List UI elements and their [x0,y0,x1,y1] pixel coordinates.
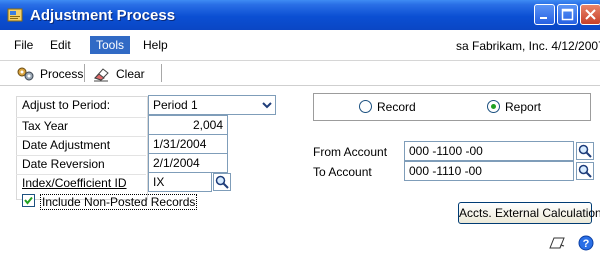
date-adjustment-value: 1/31/2004 [153,137,207,151]
tax-year-field[interactable]: 2,004 [148,115,228,135]
report-radio[interactable] [487,100,500,113]
adjustment-process-window: Adjustment Process File Edit Tools Help … [0,0,600,257]
note-icon[interactable] [548,235,566,251]
help-icon[interactable]: ? [578,235,594,251]
record-label[interactable]: Record [377,100,416,114]
maximize-button[interactable] [557,4,578,25]
from-account-field[interactable]: 000 -1100 -00 [404,141,574,161]
close-icon [585,9,596,20]
user-company-date: sa Fabrikam, Inc. 4/12/2007 [456,39,600,53]
tax-year-label: Tax Year [22,119,69,133]
title-bar: Adjustment Process [0,0,600,30]
menu-edit[interactable]: Edit [50,38,71,52]
date-adjustment-label: Date Adjustment [22,138,111,152]
maximize-icon [561,8,574,21]
magnifier-icon[interactable] [576,162,594,180]
to-account-value: 000 -1110 -00 [409,164,482,178]
to-account-field[interactable]: 000 -1110 -00 [404,161,574,181]
window-title: Adjustment Process [30,7,176,24]
svg-text:?: ? [583,238,590,250]
mode-radio-group: Record Report [313,93,591,121]
chevron-down-icon [262,102,272,109]
row-divider [16,174,146,175]
date-reversion-field[interactable]: 2/1/2004 [148,153,228,173]
date-reversion-label: Date Reversion [22,157,105,171]
minimize-button[interactable] [534,4,555,25]
window-app-icon [7,8,23,22]
process-button[interactable]: Process [16,66,83,82]
minimize-icon [540,17,547,19]
menu-help[interactable]: Help [143,38,168,52]
adjust-period-label: Adjust to Period: [22,98,111,112]
close-button[interactable] [580,4,600,25]
adjust-period-value: Period 1 [153,98,198,112]
report-label[interactable]: Report [505,100,541,114]
from-account-label: From Account [313,145,388,159]
toolbar-separator [84,64,85,82]
external-calculation-button[interactable]: Accts. External Calculation [458,202,600,224]
row-divider [16,136,146,137]
tax-year-value: 2,004 [192,118,223,132]
index-coefficient-value: IX [153,175,165,189]
date-reversion-value: 2/1/2004 [153,156,200,170]
index-coefficient-label[interactable]: Index/Coefficient ID [22,176,127,190]
gears-icon [17,67,34,81]
include-non-posted-label[interactable]: Include Non-Posted Records [40,194,198,210]
row-divider [16,117,146,118]
date-adjustment-field[interactable]: 1/31/2004 [148,134,228,154]
record-radio[interactable] [359,100,372,113]
adjust-period-select[interactable]: Period 1 [148,95,276,115]
process-label: Process [40,67,84,81]
checkmark-icon [24,196,33,205]
toolbar: Process Clear [0,61,600,86]
magnifier-icon[interactable] [213,173,231,191]
index-coefficient-field[interactable]: IX [148,172,212,192]
eraser-icon [94,68,109,82]
form-area: Adjust to Period: Period 1 Tax Year 2,00… [0,86,600,257]
include-non-posted-checkbox[interactable] [22,194,35,207]
menu-file[interactable]: File [14,38,33,52]
from-account-value: 000 -1100 -00 [409,144,483,158]
magnifier-icon[interactable] [576,142,594,160]
clear-button[interactable]: Clear [92,66,145,82]
to-account-label: To Account [313,165,372,179]
row-divider [16,155,146,156]
menu-bar: File Edit Tools Help sa Fabrikam, Inc. 4… [0,30,600,61]
toolbar-separator [161,64,162,82]
clear-label: Clear [116,67,145,81]
menu-tools[interactable]: Tools [90,36,131,54]
